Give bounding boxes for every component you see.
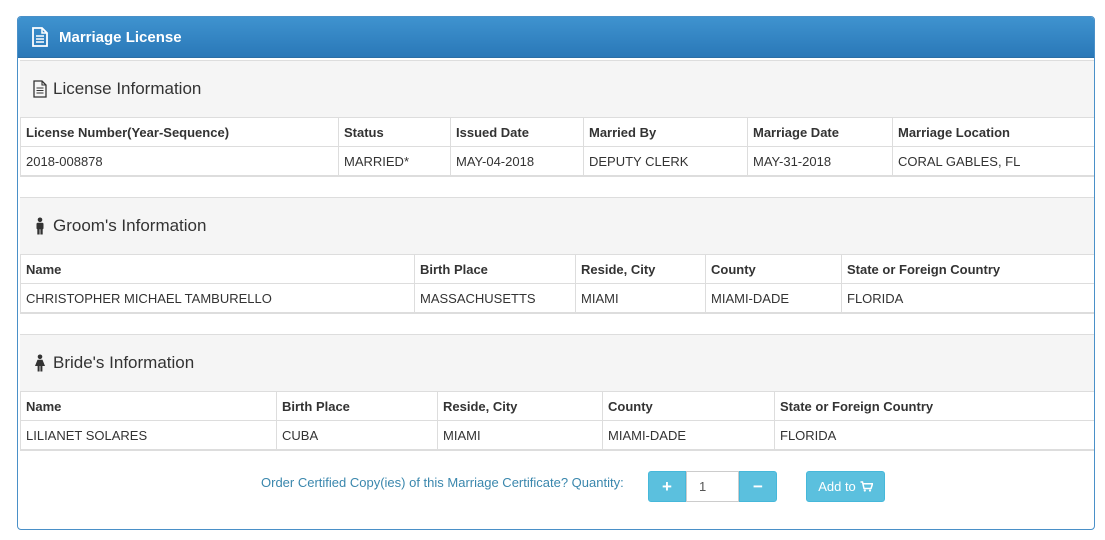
license-section-title: License Information: [20, 61, 1094, 117]
groom-title-text: Groom's Information: [53, 216, 207, 235]
decrease-quantity-button[interactable]: −: [739, 471, 777, 502]
column-header: County: [602, 391, 775, 421]
document-icon: [32, 27, 48, 47]
license-table: License Number(Year-Sequence) Status Iss…: [20, 117, 1094, 176]
table-row: CHRISTOPHER MICHAEL TAMBURELLO MASSACHUS…: [20, 283, 1094, 313]
add-to-cart-button[interactable]: Add to: [806, 471, 885, 502]
column-header: Name: [20, 254, 415, 284]
column-header: Marriage Date: [747, 117, 893, 147]
column-header: License Number(Year-Sequence): [20, 117, 339, 147]
table-header-row: Name Birth Place Reside, City County Sta…: [20, 391, 1094, 421]
license-section: License Information License Number(Year-…: [20, 60, 1094, 177]
married-by-cell: DEPUTY CLERK: [583, 146, 748, 176]
column-header: State or Foreign Country: [841, 254, 1094, 284]
file-text-icon: [33, 80, 47, 98]
column-header: Marriage Location: [892, 117, 1094, 147]
plus-icon: +: [662, 476, 672, 496]
table-header-row: Name Birth Place Reside, City County Sta…: [20, 254, 1094, 284]
column-header: State or Foreign Country: [774, 391, 1094, 421]
order-row: Order Certified Copy(ies) of this Marria…: [18, 469, 1094, 509]
marriage-license-panel: Marriage License License Information Lic…: [17, 16, 1095, 530]
column-header: Married By: [583, 117, 748, 147]
female-icon: [35, 354, 45, 372]
cart-icon: [860, 481, 873, 492]
issued-date-cell: MAY-04-2018: [450, 146, 584, 176]
table-row: 2018-008878 MARRIED* MAY-04-2018 DEPUTY …: [20, 146, 1094, 176]
column-header: Reside, City: [575, 254, 706, 284]
groom-state-cell: FLORIDA: [841, 283, 1094, 313]
male-icon: [36, 217, 44, 235]
panel-heading: Marriage License: [18, 17, 1094, 58]
bride-reside-city-cell: MIAMI: [437, 420, 603, 450]
status-cell: MARRIED*: [338, 146, 451, 176]
groom-section-title: Groom's Information: [20, 198, 1094, 254]
panel-title: Marriage License: [59, 28, 182, 46]
column-header: Issued Date: [450, 117, 584, 147]
order-copies-label: Order Certified Copy(ies) of this Marria…: [261, 475, 624, 490]
column-header: Status: [338, 117, 451, 147]
column-header: County: [705, 254, 842, 284]
groom-birth-place-cell: MASSACHUSETTS: [414, 283, 576, 313]
bride-state-cell: FLORIDA: [774, 420, 1094, 450]
license-title-text: License Information: [53, 79, 202, 98]
marriage-location-cell: CORAL GABLES, FL: [892, 146, 1094, 176]
groom-section: Groom's Information Name Birth Place Res…: [20, 197, 1094, 314]
bride-name-cell: LILIANET SOLARES: [20, 420, 277, 450]
table-header-row: License Number(Year-Sequence) Status Iss…: [20, 117, 1094, 147]
minus-icon: −: [753, 476, 763, 496]
column-header: Name: [20, 391, 277, 421]
bride-county-cell: MIAMI-DADE: [602, 420, 775, 450]
bride-birth-place-cell: CUBA: [276, 420, 438, 450]
bride-table: Name Birth Place Reside, City County Sta…: [20, 391, 1094, 450]
bride-section-title: Bride's Information: [20, 335, 1094, 391]
add-to-label: Add to: [818, 479, 856, 494]
table-row: LILIANET SOLARES CUBA MIAMI MIAMI-DADE F…: [20, 420, 1094, 450]
marriage-date-cell: MAY-31-2018: [747, 146, 893, 176]
increase-quantity-button[interactable]: +: [648, 471, 686, 502]
groom-table: Name Birth Place Reside, City County Sta…: [20, 254, 1094, 313]
bride-title-text: Bride's Information: [53, 353, 195, 372]
groom-name-cell: CHRISTOPHER MICHAEL TAMBURELLO: [20, 283, 415, 313]
license-number-cell: 2018-008878: [20, 146, 339, 176]
column-header: Reside, City: [437, 391, 603, 421]
bride-section: Bride's Information Name Birth Place Res…: [20, 334, 1094, 451]
column-header: Birth Place: [276, 391, 438, 421]
column-header: Birth Place: [414, 254, 576, 284]
groom-county-cell: MIAMI-DADE: [705, 283, 842, 313]
groom-reside-city-cell: MIAMI: [575, 283, 706, 313]
quantity-input[interactable]: [686, 471, 739, 502]
